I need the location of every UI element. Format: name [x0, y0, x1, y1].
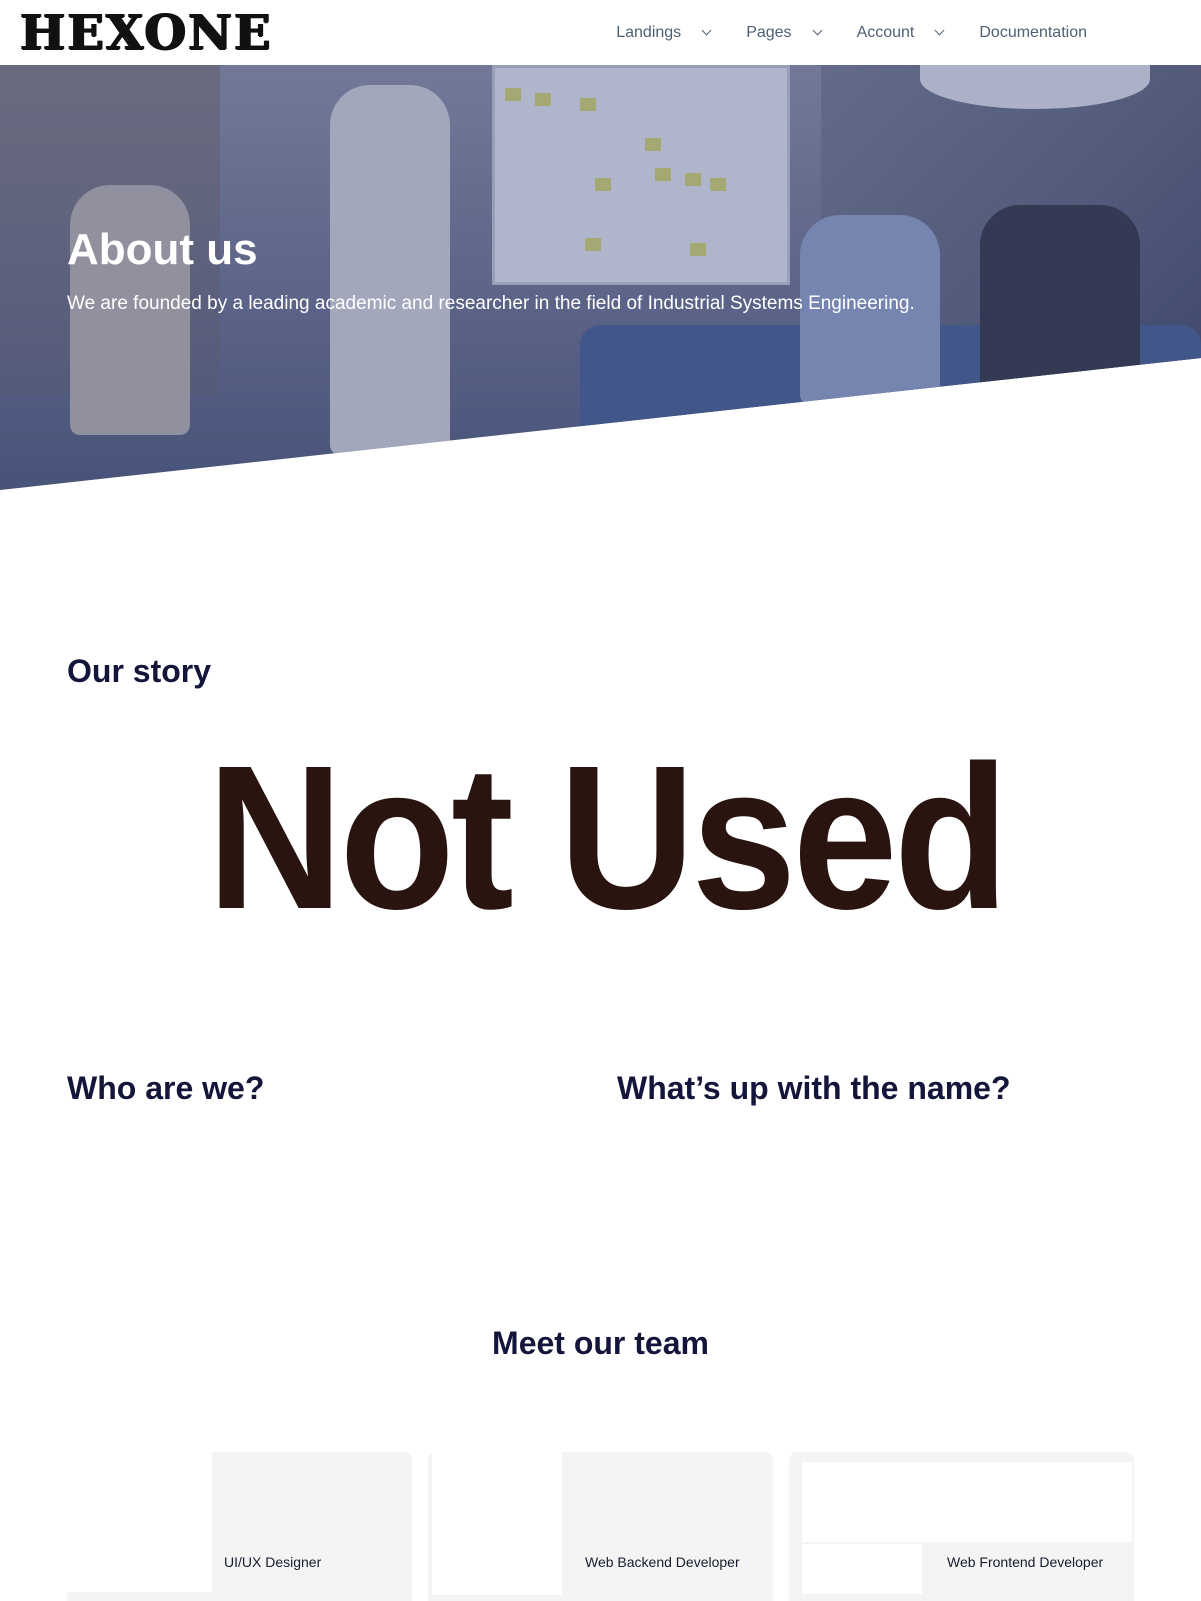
- site-logo[interactable]: HEXONE: [20, 8, 273, 58]
- hero-section: About us We are founded by a leading aca…: [0, 65, 1201, 490]
- team-card[interactable]: UI/UX Designer: [67, 1452, 412, 1601]
- story-title: Our story: [67, 653, 212, 689]
- nav-label: Landings: [616, 23, 682, 41]
- team-card[interactable]: Web Backend Developer: [428, 1452, 773, 1601]
- chevron-down-icon: [812, 25, 823, 36]
- team-member-photo: [432, 1452, 562, 1595]
- team-member-role: Web Backend Developer: [585, 1554, 740, 1570]
- story-placeholder-image-text: Not Used: [207, 723, 1009, 952]
- chevron-down-icon: [701, 25, 712, 36]
- site-header: HEXONE Landings Pages Account Documentat…: [0, 0, 1201, 65]
- nav-item-landings[interactable]: Landings: [598, 24, 728, 42]
- name-origin-heading: What’s up with the name?: [617, 1070, 1011, 1106]
- chevron-down-icon: [934, 25, 945, 36]
- team-member-role: Web Frontend Developer: [947, 1554, 1104, 1570]
- who-are-we-heading: Who are we?: [67, 1070, 265, 1106]
- team-card-image-area: [802, 1462, 1132, 1542]
- team-member-photo: [802, 1544, 922, 1594]
- nav-item-account[interactable]: Account: [839, 24, 962, 42]
- team-title: Meet our team: [492, 1325, 709, 1361]
- nav-label: Documentation: [979, 23, 1087, 41]
- hero-title: About us: [67, 225, 258, 274]
- team-member-photo: [67, 1452, 212, 1592]
- main-nav: Landings Pages Account Documentation: [598, 0, 1105, 65]
- hero-overlay: [0, 65, 1201, 490]
- nav-item-documentation[interactable]: Documentation: [961, 24, 1105, 42]
- nav-label: Pages: [746, 23, 792, 41]
- team-member-role: UI/UX Designer: [224, 1554, 322, 1570]
- nav-item-pages[interactable]: Pages: [728, 24, 838, 42]
- nav-label: Account: [856, 23, 915, 41]
- hero-subtitle: We are founded by a leading academic and…: [67, 293, 915, 314]
